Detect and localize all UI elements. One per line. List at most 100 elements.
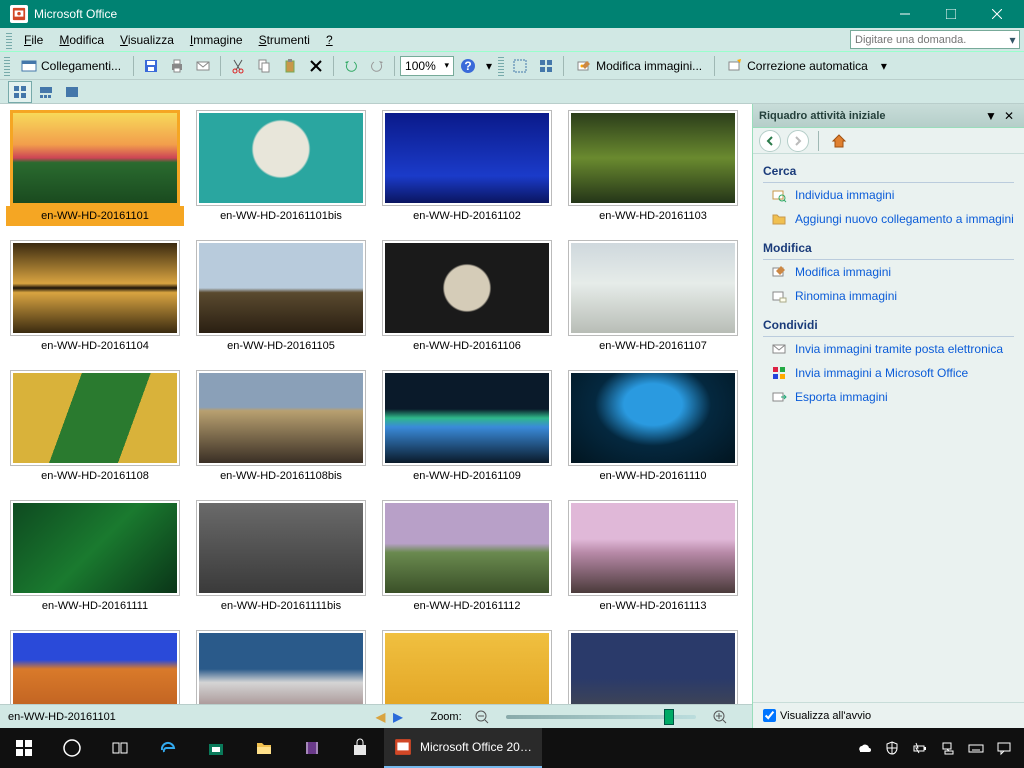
edge-icon[interactable]	[144, 728, 192, 768]
taskbar-running-app[interactable]: Microsoft Office 20…	[384, 728, 542, 768]
thumbnail-item[interactable]: en-WW-HD-20161111	[6, 500, 184, 628]
task-view-button[interactable]	[96, 728, 144, 768]
system-tray[interactable]	[844, 740, 1024, 756]
ask-question-input[interactable]	[851, 34, 1006, 46]
store-icon-2[interactable]	[336, 728, 384, 768]
single-view-button[interactable]	[60, 81, 84, 103]
thumbnail-image	[385, 633, 549, 704]
thumbnail-item[interactable]: en-WW-HD-20161107	[564, 240, 742, 368]
menu-strumenti[interactable]: Strumenti	[251, 31, 318, 49]
thumbnail-item[interactable]: en-WW-HD-20161114	[6, 630, 184, 704]
close-button[interactable]	[974, 0, 1020, 28]
zoom-slider[interactable]	[506, 715, 696, 719]
thumbnail-item[interactable]: en-WW-HD-20161110	[564, 370, 742, 498]
thumbnail-item[interactable]: en-WW-HD-20161112	[378, 500, 556, 628]
copy-button[interactable]	[252, 55, 276, 77]
thumbnail-item[interactable]: en-WW-HD-20161111bis	[192, 500, 370, 628]
cortana-button[interactable]	[48, 728, 96, 768]
thumbnail-image	[199, 243, 363, 333]
thumbnail-image	[571, 633, 735, 704]
link-export-images[interactable]: Esporta immagini	[763, 385, 1014, 409]
task-pane-close-button[interactable]: ✕	[1000, 107, 1018, 125]
task-pane-forward-button[interactable]	[787, 130, 809, 152]
network-icon[interactable]	[940, 740, 956, 756]
security-icon[interactable]	[884, 740, 900, 756]
thumbnail-label: en-WW-HD-20161101bis	[192, 206, 370, 226]
zoom-in-button[interactable]	[708, 706, 732, 728]
cut-button[interactable]	[226, 55, 250, 77]
power-icon[interactable]	[912, 740, 928, 756]
minimize-button[interactable]	[882, 0, 928, 28]
action-center-icon[interactable]	[996, 740, 1012, 756]
filmstrip-view-button[interactable]	[34, 81, 58, 103]
zoom-out-button[interactable]	[470, 706, 494, 728]
menu-immagine[interactable]: Immagine	[182, 31, 251, 49]
help-button[interactable]: ?	[456, 55, 480, 77]
start-button[interactable]	[0, 728, 48, 768]
thumbnail-item[interactable]: en-WW-HD-20161106	[378, 240, 556, 368]
prev-page-button[interactable]: ◀	[376, 710, 385, 724]
task-pane-back-button[interactable]	[759, 130, 781, 152]
link-rename-images[interactable]: Rinomina immagini	[763, 284, 1014, 308]
thumbnail-item[interactable]: en-WW-HD-20161108bis	[192, 370, 370, 498]
thumbnail-item[interactable]: en-WW-HD-20161102	[378, 110, 556, 238]
toolbar-grip[interactable]	[498, 56, 504, 76]
zoom-slider-handle[interactable]	[664, 709, 674, 725]
show-at-startup-checkbox[interactable]	[763, 709, 776, 722]
menu-file[interactable]: File	[16, 31, 51, 49]
toolbar-grip[interactable]	[4, 56, 10, 76]
thumbnail-item[interactable]: en-WW-HD-20161109	[378, 370, 556, 498]
thumbnail-item[interactable]: en-WW-HD-20161101	[6, 110, 184, 238]
onedrive-icon[interactable]	[856, 740, 872, 756]
save-button[interactable]	[139, 55, 163, 77]
menu-modifica[interactable]: Modifica	[51, 31, 112, 49]
file-explorer-icon[interactable]	[240, 728, 288, 768]
link-edit-images[interactable]: Modifica immagini	[763, 260, 1014, 284]
thumbnail-item[interactable]: en-WW-HD-20161104	[6, 240, 184, 368]
paste-button[interactable]	[278, 55, 302, 77]
undo-button[interactable]	[339, 55, 363, 77]
movies-icon[interactable]	[288, 728, 336, 768]
thumbnail-item[interactable]: en-WW-HD-20161105	[192, 240, 370, 368]
pane-section-share: Condividi	[763, 314, 1014, 337]
toolbar-options-dd[interactable]: ▾	[482, 55, 496, 77]
link-send-office[interactable]: Invia immagini a Microsoft Office	[763, 361, 1014, 385]
store-icon-1[interactable]	[192, 728, 240, 768]
zoom-combo[interactable]: 100%▾	[400, 56, 454, 76]
thumbnail-item[interactable]: en-WW-HD-20161113	[564, 500, 742, 628]
chevron-down-icon[interactable]: ▾	[1006, 33, 1019, 47]
redo-button[interactable]	[365, 55, 389, 77]
delete-button[interactable]	[304, 55, 328, 77]
thumbnail-item[interactable]: en-WW-HD-20161116	[564, 630, 742, 704]
thumbnail-grid[interactable]: en-WW-HD-20161101 en-WW-HD-20161101bis en-…	[0, 104, 752, 704]
task-pane-home-button[interactable]	[828, 130, 850, 152]
thumbnails-view-button[interactable]	[8, 81, 32, 103]
select-all-button[interactable]	[534, 55, 558, 77]
edit-images-button[interactable]: Modifica immagini...	[569, 55, 709, 77]
shortcuts-button[interactable]: Collegamenti...	[14, 55, 128, 77]
task-pane-menu-button[interactable]: ▼	[982, 107, 1000, 125]
select-tool[interactable]	[508, 55, 532, 77]
link-send-email[interactable]: Invia immagini tramite posta elettronica	[763, 337, 1014, 361]
autocorrect-button[interactable]: Correzione automatica	[720, 55, 875, 77]
thumbnail-item[interactable]: en-WW-HD-20161115	[378, 630, 556, 704]
thumbnail-item[interactable]: en-WW-HD-20161108	[6, 370, 184, 498]
thumbnail-image	[199, 633, 363, 704]
toolbar-options-dd[interactable]: ▾	[877, 55, 891, 77]
menu-visualizza[interactable]: Visualizza	[112, 31, 182, 49]
toolbar-grip[interactable]	[6, 31, 12, 49]
thumbnail-label: en-WW-HD-20161105	[192, 336, 370, 356]
ask-question-box[interactable]: ▾	[850, 30, 1020, 49]
mail-button[interactable]	[191, 55, 215, 77]
menu-?[interactable]: ?	[318, 31, 341, 49]
thumbnail-item[interactable]: en-WW-HD-20161114bis	[192, 630, 370, 704]
print-button[interactable]	[165, 55, 189, 77]
link-locate-images[interactable]: Individua immagini	[763, 183, 1014, 207]
maximize-button[interactable]	[928, 0, 974, 28]
thumbnail-item[interactable]: en-WW-HD-20161101bis	[192, 110, 370, 238]
next-page-button[interactable]: ▶	[393, 710, 402, 724]
thumbnail-item[interactable]: en-WW-HD-20161103	[564, 110, 742, 238]
task-pane-title: Riquadro attività iniziale	[759, 110, 982, 122]
link-add-shortcut[interactable]: Aggiungi nuovo collegamento a immagini	[763, 207, 1014, 231]
keyboard-icon[interactable]	[968, 740, 984, 756]
